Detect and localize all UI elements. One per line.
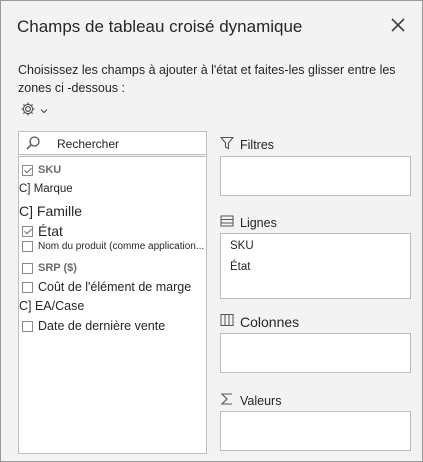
- rows-item-etat[interactable]: État: [230, 261, 250, 273]
- field-label: C] Famille: [19, 203, 83, 219]
- checkbox[interactable]: [22, 262, 33, 274]
- tools-dropdown[interactable]: [20, 101, 49, 122]
- checkbox[interactable]: [22, 225, 33, 237]
- sigma-icon: [220, 392, 234, 409]
- gear-icon: [20, 101, 36, 122]
- area-label: Colonnes: [240, 313, 300, 330]
- search-placeholder: Rechercher: [57, 137, 120, 151]
- field-date-vente[interactable]: Date de dernière vente: [22, 319, 165, 333]
- field-sku[interactable]: SKU: [22, 164, 61, 176]
- area-label: Lignes: [240, 215, 277, 230]
- area-header-rows: Lignes: [220, 214, 277, 231]
- area-header-filters: Filtres: [219, 136, 275, 153]
- columns-icon: [220, 313, 234, 330]
- field-ea-case[interactable]: C] EA/Case: [19, 299, 84, 313]
- field-label: C] Marque: [19, 183, 73, 195]
- checkbox[interactable]: [22, 241, 33, 252]
- field-label: C] EA/Case: [19, 299, 85, 313]
- field-label: SKU: [38, 164, 62, 176]
- rows-drop-zone[interactable]: SKU État: [220, 233, 411, 299]
- pivot-field-pane: Champs de tableau croisé dynamique Chois…: [0, 0, 423, 462]
- pane-title: Champs de tableau croisé dynamique: [17, 17, 303, 36]
- field-srp[interactable]: SRP ($): [22, 262, 77, 274]
- search-icon: [25, 135, 41, 156]
- chevron-down-icon: [39, 103, 49, 121]
- area-header-columns: Colonnes: [220, 313, 299, 330]
- rows-item-sku[interactable]: SKU: [230, 240, 254, 252]
- checkbox[interactable]: [22, 281, 33, 293]
- field-list[interactable]: SKU C] Marque C] Famille État Nom du pro…: [18, 156, 207, 454]
- field-label: Date de dernière vente: [38, 319, 166, 333]
- filter-icon: [219, 136, 235, 153]
- rows-icon: [220, 214, 234, 231]
- field-label: SRP ($): [38, 262, 77, 274]
- field-label: État: [38, 223, 63, 239]
- area-header-values: Valeurs: [220, 392, 281, 409]
- area-label: Filtres: [240, 137, 275, 152]
- field-cout-element[interactable]: Coût de l'élément de marge: [22, 280, 191, 294]
- field-label: Nom du produit (comme application...: [38, 241, 205, 252]
- field-etat[interactable]: État: [22, 223, 63, 239]
- columns-drop-zone[interactable]: [220, 333, 411, 373]
- search-input[interactable]: Rechercher: [18, 131, 207, 155]
- field-marque[interactable]: C] Marque: [19, 183, 73, 195]
- field-nom-produit[interactable]: Nom du produit (comme application...: [22, 241, 204, 252]
- area-label: Valeurs: [240, 393, 282, 408]
- checkbox[interactable]: [22, 320, 33, 332]
- values-drop-zone[interactable]: [220, 411, 411, 451]
- filters-drop-zone[interactable]: [220, 156, 411, 196]
- checkbox[interactable]: [22, 164, 33, 176]
- field-famille[interactable]: C] Famille: [19, 203, 82, 219]
- field-label: Coût de l'élément de marge: [38, 280, 192, 294]
- pane-description: Choisissez les champs à ajouter à l'état…: [18, 63, 396, 95]
- close-icon[interactable]: [388, 15, 408, 35]
